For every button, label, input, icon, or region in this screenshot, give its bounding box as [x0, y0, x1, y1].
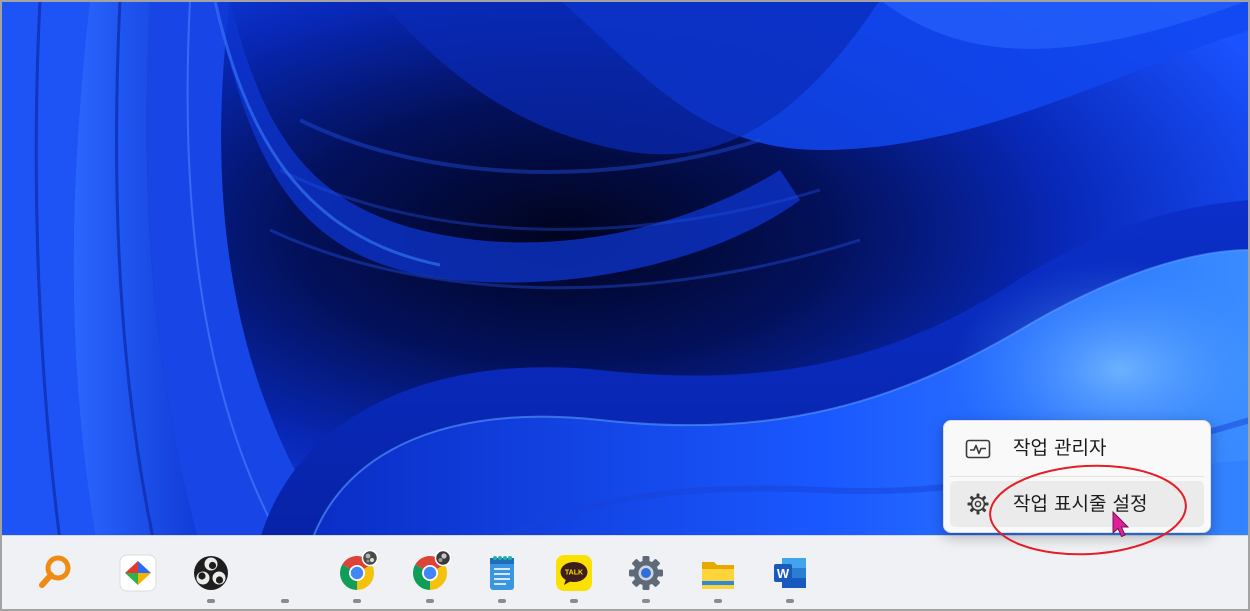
profile-badge [361, 549, 379, 567]
taskbar-search-button[interactable] [35, 553, 75, 593]
running-indicator [570, 599, 578, 603]
search-icon [39, 555, 71, 588]
colorful-app-icon [119, 554, 157, 592]
word-icon: W [774, 558, 806, 588]
taskbar: TALK W [0, 535, 1250, 611]
menu-item-task-manager[interactable]: 작업 관리자 [950, 428, 1204, 470]
taskbar-notepad-button[interactable] [482, 553, 522, 593]
running-indicator [207, 599, 215, 603]
running-indicator [281, 599, 289, 603]
kakaotalk-icon: TALK [556, 555, 592, 591]
menu-item-label: 작업 표시줄 설정 [1013, 493, 1148, 515]
chrome-icon [413, 549, 452, 590]
taskbar-file-explorer-button[interactable] [698, 553, 738, 593]
notepad-icon [490, 556, 514, 590]
taskbar-kakaotalk-button[interactable]: TALK [554, 553, 594, 593]
gear-icon [965, 493, 991, 515]
taskbar-obs-button[interactable] [191, 553, 231, 593]
running-indicator [353, 599, 361, 603]
running-indicator [714, 599, 722, 603]
chrome-icon [340, 549, 379, 590]
settings-gear-icon [629, 556, 663, 590]
menu-item-label: 작업 관리자 [1013, 437, 1107, 459]
running-indicator [498, 599, 506, 603]
profile-badge [434, 549, 452, 567]
menu-divider [950, 476, 1204, 477]
taskbar-chrome-button-1[interactable] [337, 549, 379, 593]
taskbar-word-button[interactable]: W [770, 553, 810, 593]
word-logo-text: W [777, 566, 790, 581]
running-indicator [786, 599, 794, 603]
desktop[interactable]: TALK W 작업 관리자 작업 표시줄 설정 [0, 0, 1250, 611]
running-indicator [426, 599, 434, 603]
running-indicator [642, 599, 650, 603]
menu-item-taskbar-settings[interactable]: 작업 표시줄 설정 [950, 481, 1204, 527]
obs-icon [194, 556, 228, 590]
taskbar-app-button[interactable] [118, 553, 158, 593]
kakaotalk-logo-text: TALK [565, 570, 583, 577]
task-manager-icon [965, 438, 991, 460]
taskbar-blank-app-button[interactable] [265, 553, 305, 593]
taskbar-chrome-button-2[interactable] [410, 549, 452, 593]
taskbar-settings-button[interactable] [626, 553, 666, 593]
file-explorer-icon [702, 562, 734, 589]
taskbar-context-menu: 작업 관리자 작업 표시줄 설정 [943, 420, 1211, 533]
